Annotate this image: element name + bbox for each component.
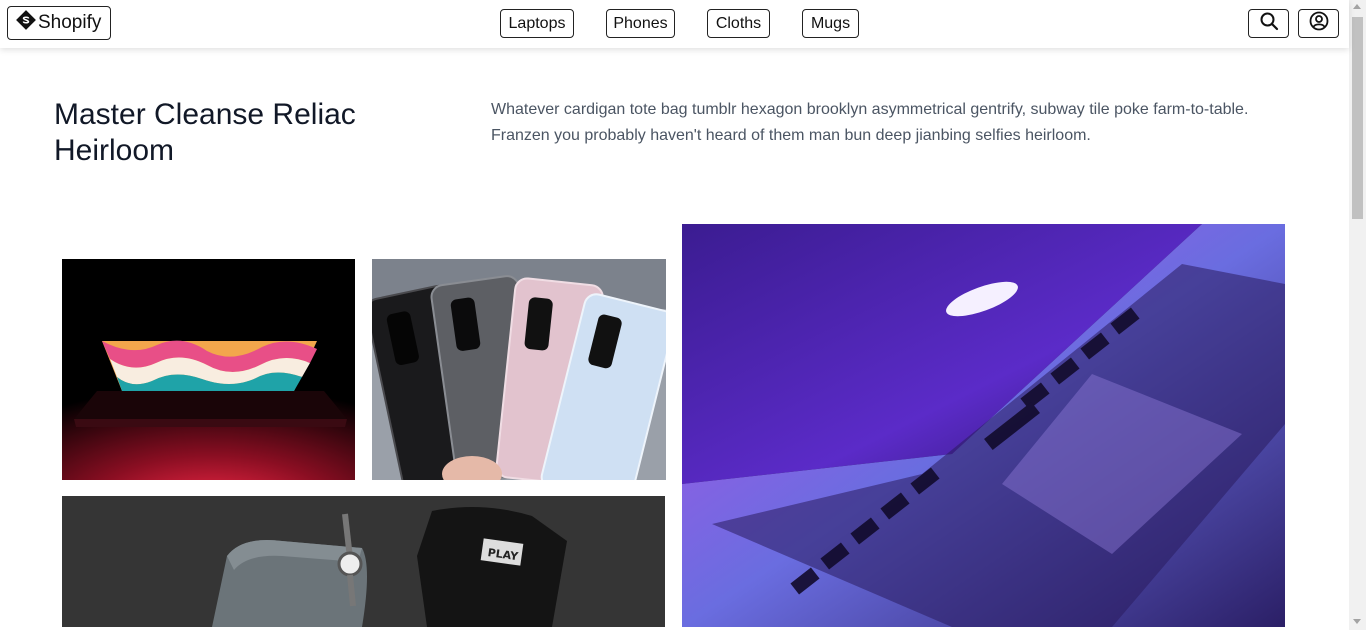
- nav-phones-button[interactable]: Phones: [606, 9, 675, 38]
- nav-mugs-button[interactable]: Mugs: [802, 9, 859, 38]
- brand-name: Shopify: [38, 12, 102, 33]
- phones-image: [372, 259, 666, 480]
- nav-cloths-button[interactable]: Cloths: [707, 9, 770, 38]
- top-navbar: Shopify Laptops Phones Cloths Mugs: [0, 0, 1349, 48]
- scrollbar-thumb[interactable]: [1352, 17, 1363, 219]
- clothes-image: PLAY: [62, 496, 665, 627]
- account-button[interactable]: [1298, 9, 1339, 38]
- scroll-down-arrow-icon[interactable]: [1353, 619, 1361, 624]
- user-circle-icon: [1309, 11, 1329, 36]
- search-icon: [1259, 11, 1279, 36]
- search-button[interactable]: [1248, 9, 1289, 38]
- laptop-image: [62, 259, 355, 480]
- page-scrollbar[interactable]: [1349, 0, 1366, 630]
- page-title: Master Cleanse Reliac Heirloom: [54, 98, 356, 167]
- scroll-up-arrow-icon[interactable]: [1353, 4, 1361, 9]
- nav-laptops-button[interactable]: Laptops: [500, 9, 574, 38]
- macbook-image: [682, 224, 1285, 627]
- brand-button[interactable]: Shopify: [7, 6, 111, 40]
- hero-description: Whatever cardigan tote bag tumblr hexago…: [491, 101, 1249, 144]
- shopify-logo-icon: [16, 10, 36, 36]
